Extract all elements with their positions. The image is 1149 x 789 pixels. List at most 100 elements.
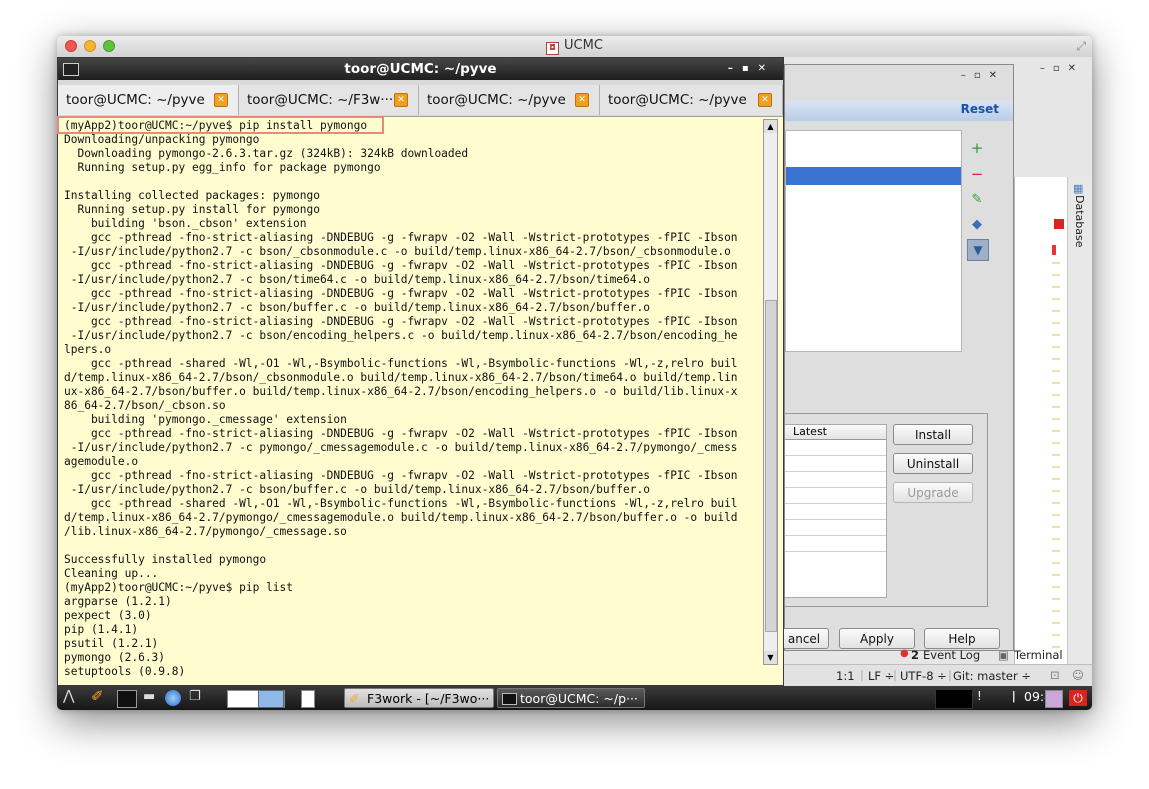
filter-icon[interactable]: ▼ <box>967 239 989 261</box>
table-row[interactable] <box>785 440 886 456</box>
terminal-line: gcc -pthread -fno-strict-aliasing -DNDEB… <box>64 469 738 482</box>
line-separator[interactable]: LF ÷ <box>868 669 894 683</box>
tab-terminal-1[interactable]: toor@UCMC: ~/pyve ✕ <box>58 85 239 115</box>
close-tab-icon[interactable]: ✕ <box>575 93 589 107</box>
edit-icon[interactable]: ✎ <box>967 190 987 210</box>
git-branch[interactable]: Git: master ÷ <box>953 669 1031 683</box>
terminal-line: -I/usr/include/python2.7 -c bson/time64.… <box>64 273 650 286</box>
terminal-launcher-icon[interactable] <box>117 690 137 708</box>
uninstall-button[interactable]: Uninstall <box>893 453 973 474</box>
table-row[interactable] <box>785 456 886 472</box>
terminal-line: Downloading pymongo-2.6.3.tar.gz (324kB)… <box>64 147 469 160</box>
close-tab-icon[interactable]: ✕ <box>394 93 408 107</box>
inspector-icon[interactable]: ☺ <box>1072 668 1084 682</box>
pycharm-icon: ✐ <box>349 691 360 706</box>
remove-icon[interactable]: − <box>967 164 987 184</box>
database-tab[interactable]: Database <box>1073 195 1086 248</box>
terminal-line: Running setup.py install for pymongo <box>64 203 320 216</box>
tab-terminal-3[interactable]: toor@UCMC: ~/pyve ✕ <box>419 85 600 115</box>
tab-terminal-2[interactable]: toor@UCMC: ~/F3w··· ✕ <box>239 85 419 115</box>
tab-label: toor@UCMC: ~/pyve <box>608 92 747 108</box>
terminal-line: gcc -pthread -fno-strict-aliasing -DNDEB… <box>64 315 738 328</box>
fullscreen-icon[interactable]: ⤢ <box>1076 39 1086 54</box>
close-tab-icon[interactable]: ✕ <box>758 93 772 107</box>
terminal-icon <box>502 693 517 705</box>
event-count: 2 <box>911 648 920 662</box>
browser-launcher-icon[interactable] <box>165 690 181 706</box>
tab-label: toor@UCMC: ~/pyve <box>427 92 566 108</box>
caret-position[interactable]: 1:1 <box>836 669 855 683</box>
terminal-app-icon <box>63 63 79 76</box>
packages-table[interactable]: Latest <box>785 424 887 598</box>
terminal-line: lpers.o <box>64 343 112 356</box>
mac-titlebar[interactable]: ◘ UCMC ⤢ <box>57 36 1092 58</box>
windows-icon[interactable]: ❐ <box>189 689 201 705</box>
terminal-output[interactable]: (myApp2)toor@UCMC:~/pyve$ pip install py… <box>64 119 764 679</box>
upgrade-button[interactable]: Upgrade <box>893 482 973 503</box>
terminal-line: 86_64-2.7/bson/_cbson.so <box>64 399 226 412</box>
user-icon[interactable] <box>1045 690 1063 708</box>
terminal-window-controls[interactable]: –▪✕ <box>728 58 775 80</box>
system-monitor[interactable] <box>935 689 973 709</box>
terminal-line: Downloading/unpacking pymongo <box>64 133 260 146</box>
interpreter-dialog: –▫✕ Reset + − ✎ ◆ ▼ Latest Install Unins… <box>779 64 1014 651</box>
close-tab-icon[interactable]: ✕ <box>214 93 228 107</box>
event-log-tab[interactable]: Event Log <box>923 648 980 662</box>
ide-status-bar: 1:1 | LF ÷ | UTF-8 ÷ | Git: master ÷ ⊡ ☺ <box>784 664 1092 687</box>
terminal-tab-bar: toor@UCMC: ~/pyve ✕ toor@UCMC: ~/F3w··· ✕ … <box>58 80 783 117</box>
terminal-scrollbar[interactable]: ▲ ▼ <box>763 119 778 665</box>
table-row[interactable] <box>785 536 886 552</box>
terminal-line: ux-x86_64-2.7/bson/buffer.o build/temp.l… <box>64 385 738 398</box>
terminal-line: gcc -pthread -shared -Wl,-O1 -Wl,-Bsymbo… <box>64 497 738 510</box>
terminal-line: gcc -pthread -fno-strict-aliasing -DNDEB… <box>64 259 738 272</box>
ide-window-controls[interactable]: –▫✕ <box>1040 63 1084 74</box>
terminal-line: gcc -pthread -fno-strict-aliasing -DNDEB… <box>64 231 738 244</box>
power-icon[interactable]: ⏻ <box>1069 690 1087 706</box>
terminal-line: Installing collected packages: pymongo <box>64 189 320 202</box>
network-icon[interactable]: ǀ <box>1012 689 1016 705</box>
add-icon[interactable]: + <box>967 138 987 158</box>
terminal-window: toor@UCMC: ~/pyve –▪✕ toor@UCMC: ~/pyve ✕… <box>57 57 784 686</box>
desktop-panel: ⋀ ✐ ▬ ❐ ✐ F3work - [~/F3wo··· toor@UCMC: … <box>57 686 1092 710</box>
file-encoding[interactable]: UTF-8 ÷ <box>900 669 947 683</box>
table-row[interactable] <box>785 520 886 536</box>
scrollbar-thumb[interactable] <box>765 300 777 632</box>
terminal-tool-tab[interactable]: Terminal <box>1014 648 1063 662</box>
files-launcher-icon[interactable]: ▬ <box>143 689 155 705</box>
terminal-line: -I/usr/include/python2.7 -c bson/_cbsonm… <box>64 245 731 258</box>
terminal-line: -I/usr/include/python2.7 -c bson/buffer.… <box>64 301 650 314</box>
terminal-line: -I/usr/include/python2.7 -c bson/encodin… <box>64 329 738 342</box>
pycharm-launcher-icon[interactable]: ✐ <box>91 687 104 705</box>
install-button[interactable]: Install <box>893 424 973 445</box>
tab-label: toor@UCMC: ~/pyve <box>66 92 205 108</box>
scroll-down-icon[interactable]: ▼ <box>764 651 777 664</box>
command-highlight-box <box>57 116 384 134</box>
taskbar-pycharm[interactable]: ✐ F3work - [~/F3wo··· <box>344 688 494 708</box>
terminal-line: pexpect (3.0) <box>64 609 152 622</box>
terminal-line: (myApp2)toor@UCMC:~/pyve$ pip list <box>64 581 294 594</box>
selected-interpreter-row[interactable] <box>786 167 961 185</box>
latest-column-header[interactable]: Latest <box>785 425 886 440</box>
notification-icon[interactable]: ! <box>977 689 982 705</box>
terminal-line: pymongo (2.6.3) <box>64 651 166 664</box>
error-stripe[interactable] <box>1052 245 1056 255</box>
terminal-line: -I/usr/include/python2.7 -c pymongo/_cme… <box>64 441 738 454</box>
dialog-window-controls[interactable]: –▫✕ <box>961 70 1005 81</box>
reset-link[interactable]: Reset <box>961 102 999 116</box>
table-row[interactable] <box>785 488 886 504</box>
database-icon[interactable]: ▦ <box>1073 182 1083 195</box>
scroll-up-icon[interactable]: ▲ <box>764 120 777 133</box>
terminal-titlebar[interactable]: toor@UCMC: ~/pyve –▪✕ <box>58 58 783 80</box>
workspace-2[interactable] <box>258 690 284 708</box>
interpreter-list[interactable] <box>785 130 962 352</box>
taskbar-terminal[interactable]: toor@UCMC: ~/p··· <box>497 688 645 708</box>
table-row[interactable] <box>785 504 886 520</box>
lock-icon[interactable]: ⊡ <box>1050 668 1060 682</box>
workspace-3[interactable] <box>301 690 315 708</box>
error-marker[interactable] <box>1054 219 1064 229</box>
app-menu-icon[interactable]: ⋀ <box>63 688 74 704</box>
tab-terminal-4[interactable]: toor@UCMC: ~/pyve ✕ <box>600 85 783 115</box>
table-row[interactable] <box>785 472 886 488</box>
terminal-line: /lib.linux-x86_64-2.7/pymongo/_cmessage.… <box>64 525 347 538</box>
python-icon[interactable]: ◆ <box>967 215 987 235</box>
